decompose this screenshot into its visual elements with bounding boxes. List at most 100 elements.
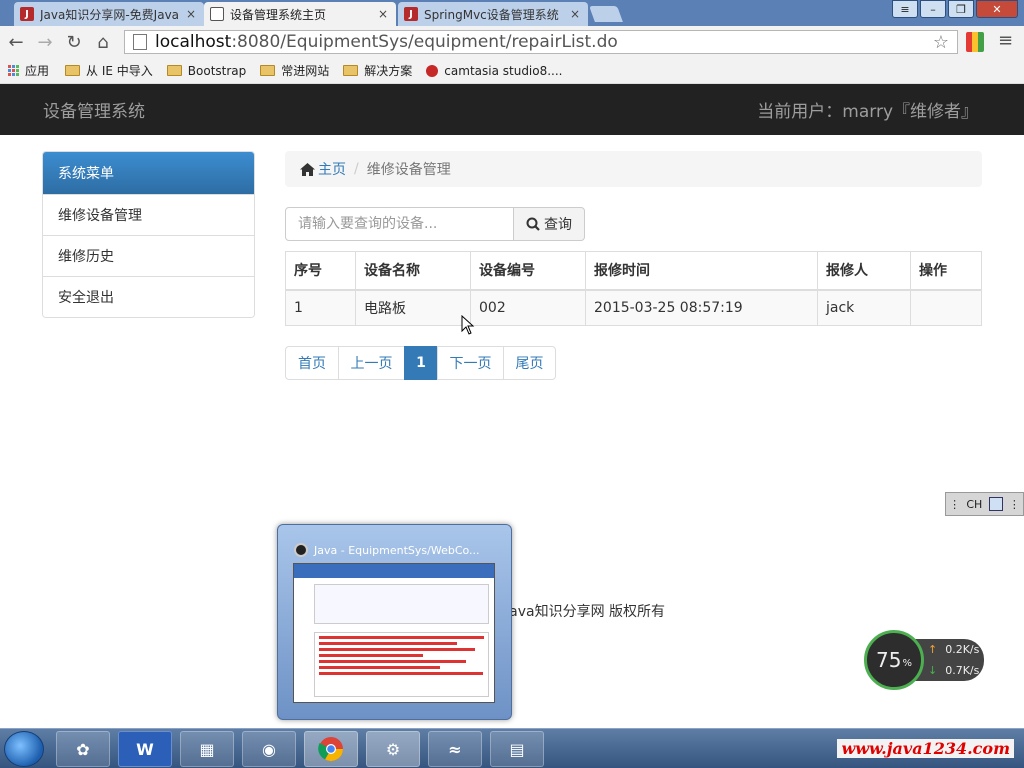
pinwheel-app-icon[interactable]: ✿: [56, 731, 110, 767]
bookmark-label: camtasia studio8....: [444, 63, 563, 78]
menu-item-repair-equipment[interactable]: 维修设备管理: [43, 194, 254, 235]
pager-last[interactable]: 尾页: [503, 346, 556, 380]
chrome-menu-icon[interactable]: ≡: [998, 30, 1013, 51]
pager-current-page[interactable]: 1: [404, 346, 438, 380]
breadcrumb-home[interactable]: 主页: [300, 159, 346, 179]
column-header: 设备名称: [355, 251, 471, 291]
usage-gauge: 75%: [864, 630, 924, 690]
pagination: 首页 上一页 1 下一页 尾页: [285, 346, 556, 380]
pager-first[interactable]: 首页: [285, 346, 339, 380]
ime-options-icon[interactable]: ⋮: [1009, 498, 1020, 511]
network-speed-widget[interactable]: ↑ 0.2K/s ↓ 0.7K/s 75%: [864, 630, 984, 690]
java1234-favicon-icon: J: [20, 7, 34, 21]
system-menu-heading: 系统菜单: [43, 152, 254, 194]
breadcrumb-current: 维修设备管理: [366, 162, 451, 178]
bookmark-bootstrap[interactable]: Bootstrap: [166, 64, 246, 78]
mouse-cursor-icon: [461, 315, 475, 335]
bookmark-solutions[interactable]: 解决方案: [343, 62, 412, 79]
menu-item-repair-history[interactable]: 维修历史: [43, 235, 254, 276]
current-user: 当前用户：marry『维修者』: [757, 102, 978, 122]
terminal-app-icon[interactable]: ▦: [180, 731, 234, 767]
address-bar[interactable]: localhost:8080/EquipmentSys/equipment/re…: [124, 30, 958, 54]
extension-icon[interactable]: [966, 32, 984, 52]
preview-title: Java - EquipmentSys/WebCo...: [294, 543, 480, 557]
close-window-button[interactable]: ✕: [976, 0, 1018, 18]
chrome-logo-icon: [318, 737, 343, 762]
repair-table: 序号 设备名称 设备编号 报修时间 报修人 操作 1 电路板 002 2015-…: [285, 251, 982, 326]
tab-close-icon[interactable]: ×: [378, 7, 388, 21]
start-button[interactable]: [4, 731, 44, 767]
wps-writer-icon[interactable]: W: [118, 731, 172, 767]
tab-close-icon[interactable]: ×: [186, 7, 196, 21]
table-cell: 1: [285, 289, 356, 326]
taskbar-window-preview[interactable]: Java - EquipmentSys/WebCo...: [277, 524, 512, 720]
bookmark-ie-import[interactable]: 从 IE 中导入: [65, 62, 153, 79]
site-watermark: www.java1234.com: [837, 739, 1014, 758]
download-rate-value: 0.7K/s: [945, 664, 980, 677]
windows-taskbar: ✿ W ▦ ◉ ⚙ ≈ ▤ www.java1234.com: [0, 728, 1024, 768]
file-explorer-icon[interactable]: ▤: [490, 731, 544, 767]
ime-grip-icon: ⋮: [949, 497, 961, 511]
page-icon: [133, 34, 147, 50]
reload-icon[interactable]: ↻: [61, 29, 87, 55]
thumbnail-titlebar: [294, 564, 494, 578]
minimize-button[interactable]: –: [920, 0, 946, 18]
bookmark-label: 常进网站: [281, 64, 330, 78]
ime-mode-icon[interactable]: [988, 497, 1003, 511]
column-header: 序号: [285, 251, 356, 291]
tab-title: Java知识分享网-免费Java: [40, 7, 180, 22]
new-tab-button[interactable]: [589, 6, 623, 22]
usage-percent-sign: %: [902, 657, 912, 669]
ime-toolbar[interactable]: ⋮ CH ⋮: [945, 492, 1024, 516]
browser-tabstrip: J Java知识分享网-免费Java × 设备管理系统主页 × J Spring…: [0, 0, 1024, 26]
forward-arrow-icon[interactable]: →: [32, 29, 58, 55]
browser-tab-equipment-home[interactable]: 设备管理系统主页 ×: [204, 2, 396, 26]
address-host: localhost: [155, 32, 232, 52]
bookmark-star-icon[interactable]: ☆: [933, 32, 949, 53]
java1234-favicon-icon: J: [404, 7, 418, 21]
search-group: 查询: [285, 207, 585, 241]
table-cell: 电路板: [355, 289, 471, 326]
home-icon[interactable]: ⌂: [90, 29, 116, 55]
upload-arrow-icon: ↑: [928, 643, 938, 656]
preview-thumbnail: [293, 563, 495, 703]
browser-tab-java1234[interactable]: J Java知识分享网-免费Java ×: [14, 2, 204, 26]
screen-recorder-icon[interactable]: ◉: [242, 731, 296, 767]
camtasia-icon: [426, 64, 439, 77]
home-icon: [300, 162, 315, 176]
maximize-button[interactable]: ❐: [948, 0, 974, 18]
breadcrumb-separator: /: [354, 161, 359, 177]
tab-close-icon[interactable]: ×: [570, 7, 580, 21]
table-cell: 002: [470, 289, 586, 326]
back-arrow-icon[interactable]: ←: [3, 29, 29, 55]
table-header-row: 序号 设备名称 设备编号 报修时间 报修人 操作: [285, 251, 982, 291]
user-menu-button[interactable]: ≡: [892, 0, 918, 18]
menu-item-logout[interactable]: 安全退出: [43, 276, 254, 317]
table-cell-actions: [910, 289, 982, 326]
mysql-dolphin-icon[interactable]: ≈: [428, 731, 482, 767]
app-navbar: 设备管理系统 当前用户：marry『维修者』: [0, 84, 1024, 135]
bookmark-frequent-sites[interactable]: 常进网站: [260, 62, 329, 79]
pager-next[interactable]: 下一页: [437, 346, 504, 380]
table-cell: jack: [817, 289, 911, 326]
column-header: 操作: [910, 251, 982, 291]
eclipse-taskbar-icon[interactable]: ⚙: [366, 731, 420, 767]
bookmark-camtasia[interactable]: camtasia studio8....: [426, 63, 563, 78]
thumbnail-editor: [314, 584, 489, 624]
column-header: 报修时间: [585, 251, 818, 291]
bookmark-label: 解决方案: [364, 64, 413, 78]
chrome-taskbar-icon[interactable]: [304, 731, 358, 767]
search-input[interactable]: [285, 207, 514, 241]
column-header: 报修人: [817, 251, 911, 291]
pager-prev[interactable]: 上一页: [338, 346, 405, 380]
app-brand[interactable]: 设备管理系统: [43, 97, 145, 122]
document-favicon-icon: [210, 7, 224, 21]
download-rate: ↓ 0.7K/s: [928, 660, 984, 681]
folder-icon: [65, 65, 81, 76]
column-header: 设备编号: [470, 251, 586, 291]
search-button[interactable]: 查询: [514, 207, 585, 241]
browser-tab-springmvc[interactable]: J SpringMvc设备管理系统 ×: [398, 2, 588, 26]
search-icon: [526, 217, 540, 231]
bookmark-apps[interactable]: 应用: [8, 62, 49, 79]
table-row: 1 电路板 002 2015-03-25 08:57:19 jack: [285, 289, 982, 326]
